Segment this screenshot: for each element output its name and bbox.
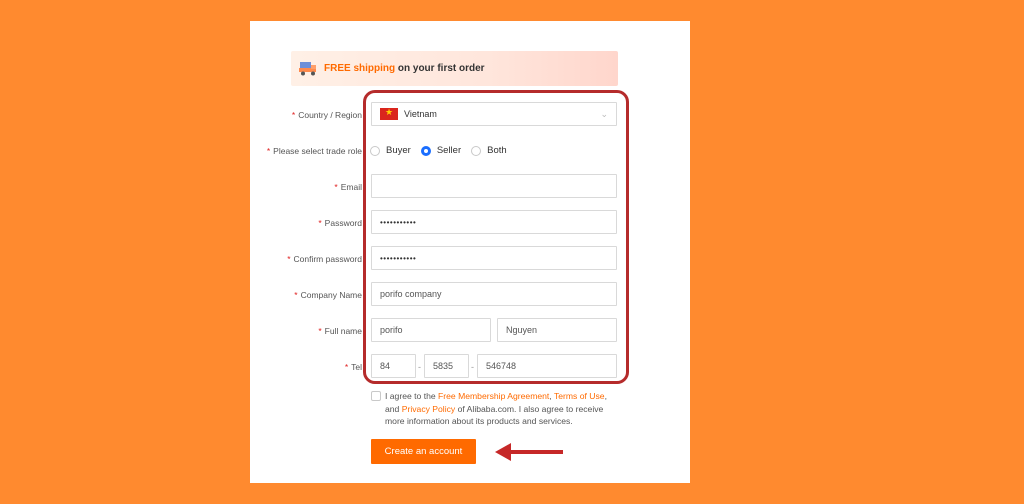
truck-icon bbox=[299, 62, 316, 76]
password-label: * Password bbox=[318, 218, 362, 228]
confirm-password-label: * Confirm password bbox=[287, 254, 362, 264]
create-account-button[interactable]: Create an account bbox=[371, 439, 476, 464]
free-membership-agreement-link[interactable]: Free Membership Agreement bbox=[438, 391, 549, 401]
agreement-text: I agree to the Free Membership Agreement… bbox=[385, 391, 607, 426]
banner-rest-text: on your first order bbox=[395, 63, 485, 74]
arrow-left-icon bbox=[495, 443, 563, 461]
free-shipping-banner: FREE shipping on your first order bbox=[291, 51, 618, 86]
banner-text: FREE shipping on your first order bbox=[324, 63, 485, 74]
tel-label: * Tel bbox=[344, 362, 362, 372]
banner-free-text: FREE shipping bbox=[324, 63, 396, 74]
highlight-box bbox=[363, 90, 629, 384]
terms-of-use-link[interactable]: Terms of Use bbox=[554, 391, 605, 401]
full-name-label: * Full name bbox=[318, 326, 362, 336]
privacy-policy-link[interactable]: Privacy Policy bbox=[402, 404, 455, 414]
company-name-label: * Company Name bbox=[294, 290, 362, 300]
email-label: * Email bbox=[334, 182, 362, 192]
country-label: * Country / Region bbox=[291, 110, 362, 120]
role-label: * Please select trade role bbox=[266, 146, 362, 156]
agree-checkbox[interactable] bbox=[371, 391, 381, 401]
